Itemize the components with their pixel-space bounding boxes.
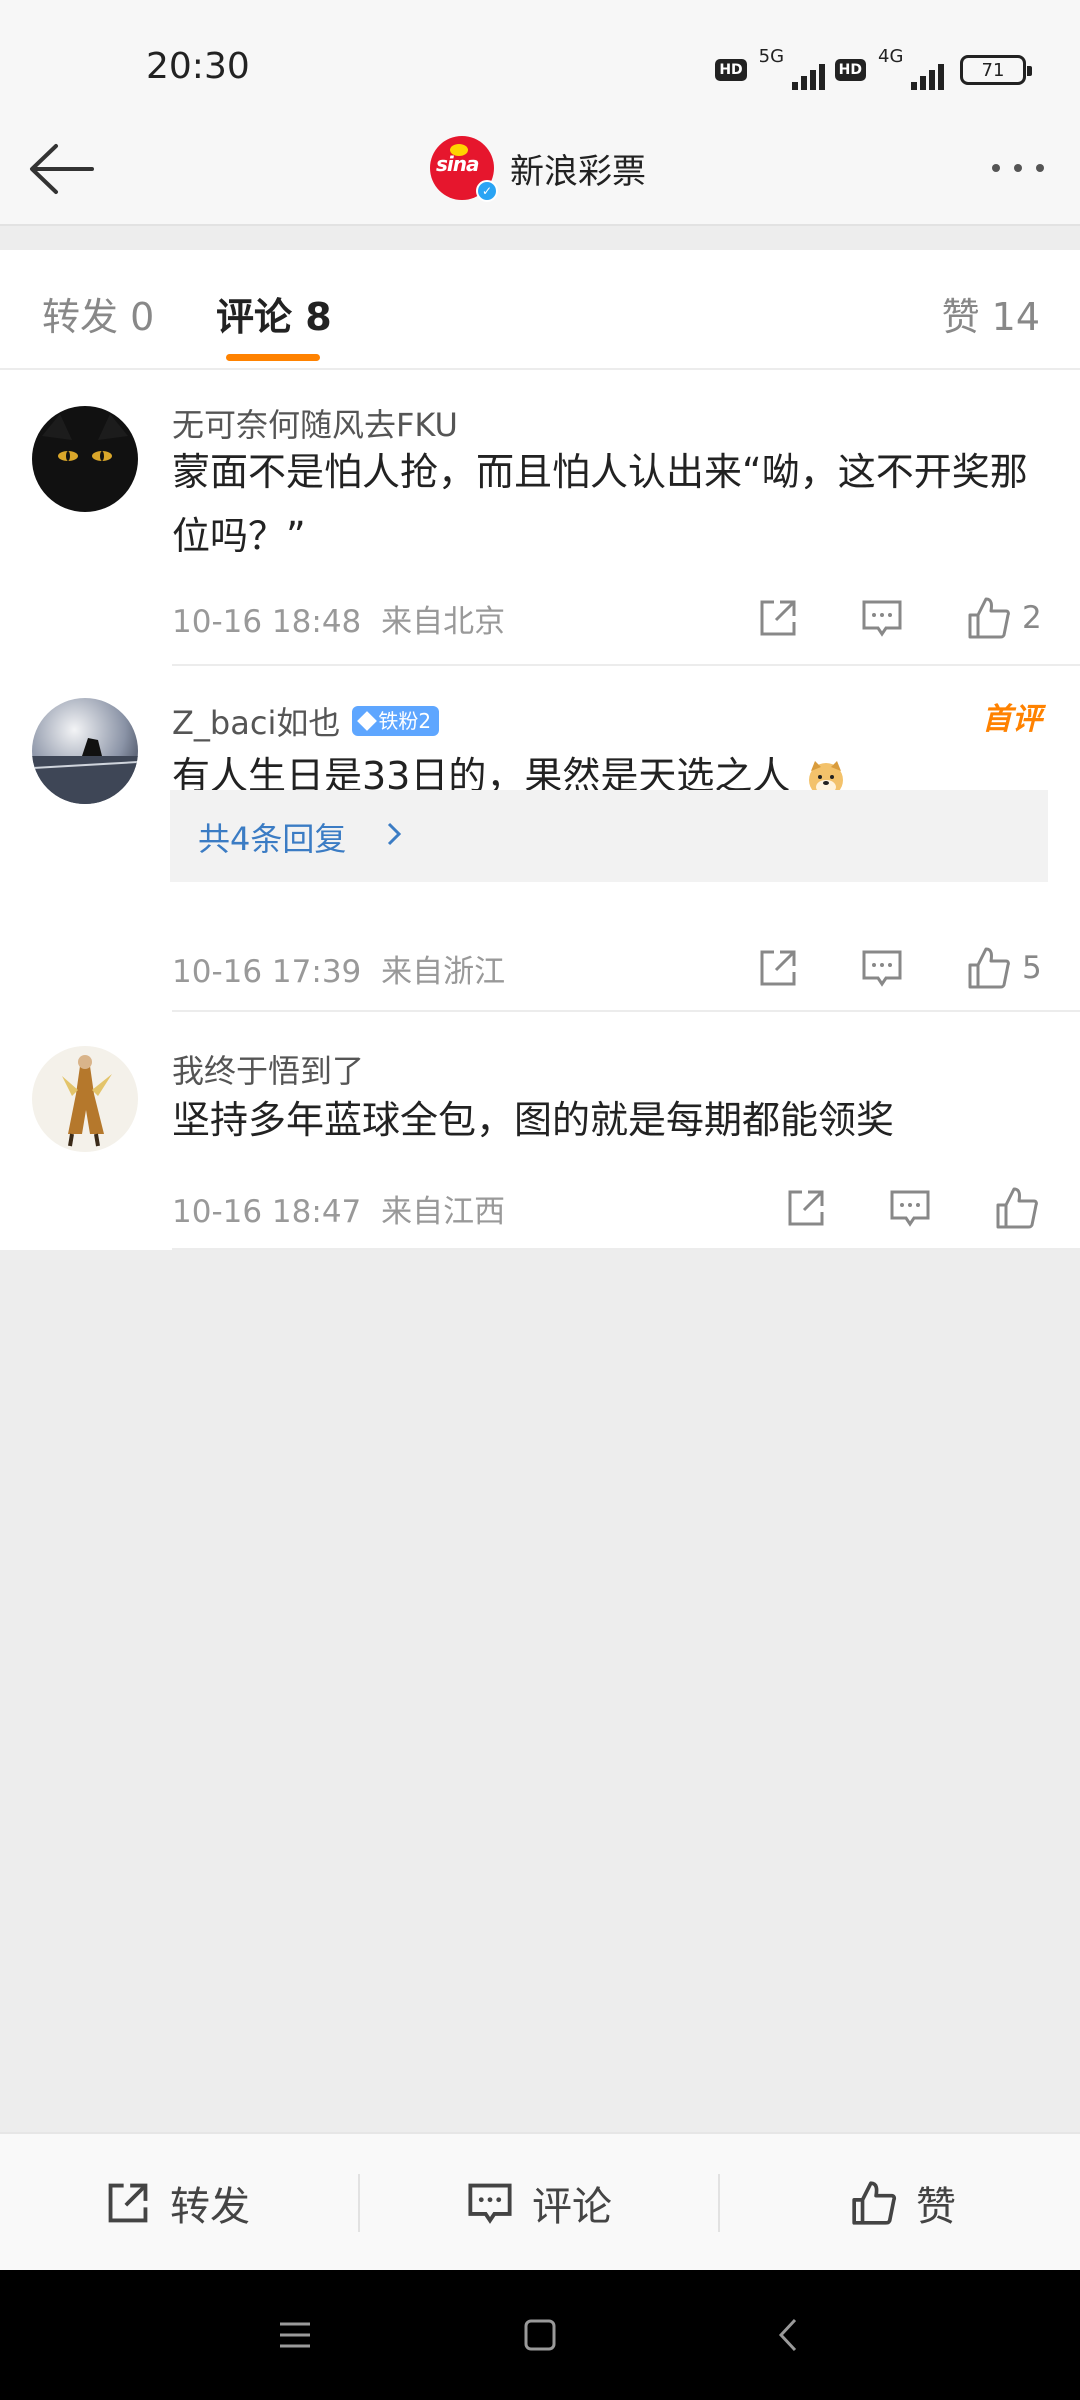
- bottom-action-bar: 转发 评论 赞: [0, 2132, 1080, 2270]
- comment-location: 来自北京: [381, 604, 506, 640]
- page-title: 新浪彩票: [510, 151, 646, 192]
- comment-item: 无可奈何随风去FKU 蒙面不是怕人抢，而且怕人认出来“呦，这不开奖那位吗？” 1…: [0, 370, 1080, 666]
- menu-icon[interactable]: [270, 2310, 320, 2360]
- comment-time: 10-16 18:47: [172, 1194, 362, 1230]
- signal-4g-icon: 4G: [876, 46, 944, 90]
- back-arrow-icon[interactable]: [26, 134, 96, 204]
- first-comment-tag: 首评: [982, 702, 1042, 737]
- account-header[interactable]: sina ✓ 新浪彩票: [430, 132, 646, 204]
- signal-5g-icon: 5G: [757, 46, 825, 90]
- comment-meta: 10-16 17:39 来自浙江: [172, 946, 505, 991]
- home-icon[interactable]: [515, 2310, 565, 2360]
- tab-repost[interactable]: 转发 0: [42, 286, 154, 341]
- hd-icon: HD: [834, 59, 866, 81]
- reply-count-link: 共4条回复: [198, 820, 347, 858]
- fan-badge-label: 铁粉2: [378, 709, 432, 733]
- username-text: Z_baci如也: [172, 704, 341, 742]
- comment-location: 来自江西: [381, 1194, 506, 1230]
- comment-text: 坚持多年蓝球全包，图的就是每期都能领奖: [172, 1098, 895, 1142]
- chevron-right-icon: [387, 822, 402, 846]
- divider: [172, 1248, 1080, 1250]
- comment-time: 10-16 18:48: [172, 604, 362, 640]
- sina-logo-text: sina: [436, 152, 479, 176]
- battery-icon: 71: [960, 55, 1032, 85]
- like-count: 5: [1022, 950, 1042, 986]
- header: sina ✓ 新浪彩票: [0, 112, 1080, 226]
- thumbs-up-icon: [996, 1187, 1038, 1229]
- comment-item: Z_baci如也 铁粉2 首评 有人生日是33日的，果然是天选之人 共4条回复 …: [0, 666, 1080, 1016]
- like-button[interactable]: 2: [966, 595, 1042, 641]
- back-icon[interactable]: [765, 2310, 815, 2360]
- network-label-4g: 4G: [878, 46, 904, 67]
- active-tab-indicator: [226, 354, 320, 361]
- comment-actions: 2: [756, 590, 1042, 646]
- divider: [172, 1010, 1080, 1012]
- verified-badge-icon: ✓: [476, 180, 498, 202]
- comment-label: 评论: [532, 2184, 612, 2230]
- repost-button[interactable]: 转发: [104, 2134, 250, 2272]
- share-icon[interactable]: [756, 596, 800, 640]
- battery-level: 71: [981, 59, 1005, 81]
- hd-icon: HD: [715, 59, 747, 81]
- comment-meta: 10-16 18:48 来自北京: [172, 596, 505, 641]
- sina-logo-avatar[interactable]: sina ✓: [430, 136, 498, 202]
- avatar[interactable]: [32, 698, 138, 804]
- system-navigation-bar: [0, 2270, 1080, 2400]
- separator: [718, 2174, 720, 2232]
- comments-panel: 转发 0 评论 8 赞 14 无可奈何随风去FKU 蒙面不是怕人抢，而且怕人认出…: [0, 250, 1080, 1250]
- status-bar: 20:30 HD 5G HD 4G 71: [0, 0, 1080, 112]
- comment-actions: 5: [756, 940, 1042, 996]
- comment-icon[interactable]: [860, 946, 904, 990]
- tab-bar: 转发 0 评论 8 赞 14: [0, 250, 1080, 370]
- comment-icon[interactable]: [860, 596, 904, 640]
- comment-location: 来自浙江: [381, 954, 506, 990]
- tab-like[interactable]: 赞 14: [942, 286, 1040, 341]
- comment-actions: [784, 1180, 1050, 1236]
- like-button[interactable]: [994, 1185, 1050, 1231]
- thumbs-up-icon: [852, 2181, 897, 2225]
- comment-button[interactable]: 评论: [466, 2134, 612, 2272]
- comment-time: 10-16 17:39: [172, 954, 362, 990]
- comment-username[interactable]: 我终于悟到了: [172, 1046, 364, 1092]
- thumbs-up-icon: [968, 947, 1010, 989]
- like-count: 2: [1022, 600, 1042, 636]
- fan-level-badge: 铁粉2: [352, 706, 440, 736]
- more-options-icon[interactable]: [984, 148, 1052, 188]
- comment-icon[interactable]: [888, 1186, 932, 1230]
- comment-username[interactable]: Z_baci如也 铁粉2: [172, 698, 440, 744]
- comment-item: 我终于悟到了 坚持多年蓝球全包，图的就是每期都能领奖 10-16 18:47 来…: [0, 1016, 1080, 1250]
- username-text: 我终于悟到了: [172, 1052, 365, 1090]
- status-time: 20:30: [146, 46, 250, 87]
- repost-label: 转发: [170, 2184, 250, 2230]
- comment-icon: [468, 2183, 512, 2224]
- like-label: 赞: [916, 2184, 956, 2230]
- share-icon[interactable]: [756, 946, 800, 990]
- like-button[interactable]: 赞: [850, 2134, 956, 2272]
- network-label-5g: 5G: [758, 46, 785, 67]
- avatar[interactable]: [32, 406, 138, 512]
- comment-text: 蒙面不是怕人抢，而且怕人认出来“呦，这不开奖那位吗？”: [172, 450, 1028, 558]
- status-icons: HD 5G HD 4G 71: [715, 46, 1032, 94]
- comment-meta: 10-16 18:47 来自江西: [172, 1186, 505, 1231]
- separator: [358, 2174, 360, 2232]
- avatar[interactable]: [32, 1046, 138, 1152]
- thumbs-up-icon: [968, 597, 1010, 639]
- share-icon: [108, 2183, 148, 2223]
- share-icon[interactable]: [784, 1186, 828, 1230]
- replies-expander[interactable]: 共4条回复: [170, 790, 1048, 882]
- tab-comment[interactable]: 评论 8: [216, 286, 332, 341]
- like-button[interactable]: 5: [966, 945, 1042, 991]
